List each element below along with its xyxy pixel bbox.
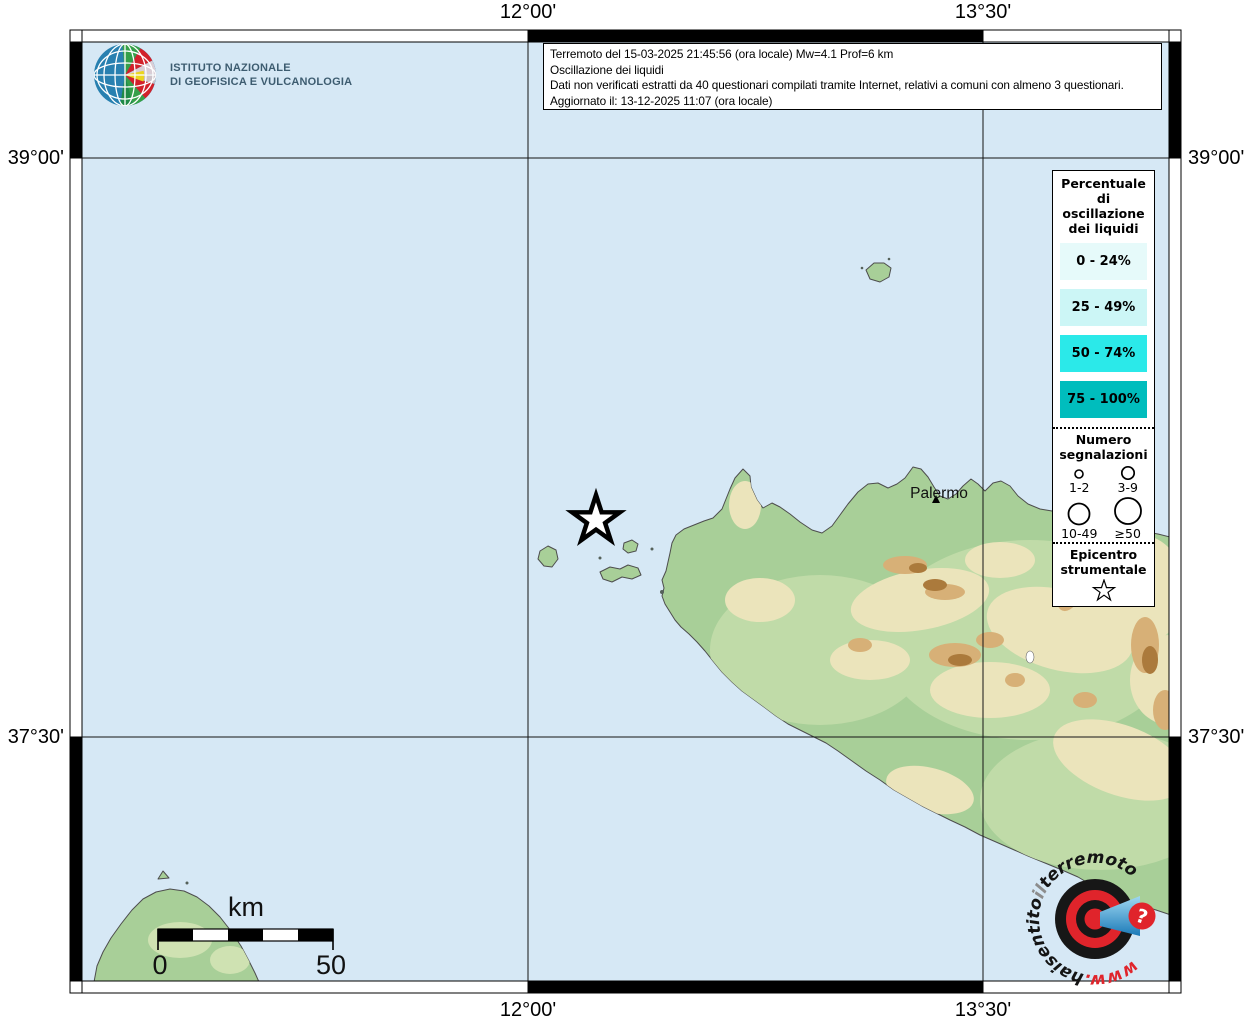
count-circle-xlarge-icon bbox=[1112, 495, 1144, 526]
question-badge: ? bbox=[1129, 903, 1156, 930]
legend-class-25-49: 25 - 49% bbox=[1060, 289, 1147, 326]
felt-earthquake-map: Palermo km 0 50 bbox=[0, 0, 1255, 1024]
lon-label-top-right: 13°30' bbox=[928, 1, 1038, 24]
event-effect: Oscillazione dei liquidi bbox=[550, 63, 1155, 79]
event-title: Terremoto del 15-03-2025 21:45:56 (ora l… bbox=[550, 47, 1155, 63]
count-circle-large-icon bbox=[1065, 500, 1093, 526]
lat-label-left-bottom: 37°30' bbox=[0, 726, 64, 749]
legend-class-label: 0 - 24% bbox=[1076, 254, 1131, 269]
legend-class-0-24: 0 - 24% bbox=[1060, 243, 1147, 280]
legend-separator bbox=[1053, 542, 1154, 544]
count-bin-3-9: 3-9 bbox=[1104, 464, 1153, 495]
count-bin-50-plus: ≥50 bbox=[1104, 495, 1153, 541]
legend-class-label: 50 - 74% bbox=[1072, 346, 1136, 361]
legend-class-label: 75 - 100% bbox=[1067, 392, 1140, 407]
legend-panel: Percentuale di oscillazione dei liquidi … bbox=[1052, 170, 1155, 607]
scale-unit-label: km bbox=[228, 892, 264, 922]
legend-class-75-100: 75 - 100% bbox=[1060, 381, 1147, 418]
lat-label-right-bottom: 37°30' bbox=[1188, 726, 1255, 749]
count-circle-medium-icon bbox=[1117, 464, 1139, 480]
city-label: Palermo bbox=[910, 485, 968, 502]
epicenter-star-icon bbox=[1090, 579, 1118, 603]
count-bins: 1-2 3-9 10-49 ≥50 bbox=[1055, 464, 1152, 541]
count-bin-10-49: 10-49 bbox=[1055, 495, 1104, 541]
epicenter-title: Epicentro strumentale bbox=[1053, 547, 1154, 577]
count-bin-1-2: 1-2 bbox=[1055, 464, 1104, 495]
ingv-name-line2: DI GEOFISICA E VULCANOLOGIA bbox=[170, 75, 352, 89]
event-disclaimer: Dati non verificati estratti da 40 quest… bbox=[550, 78, 1155, 94]
lat-label-left-top: 39°00' bbox=[0, 147, 64, 170]
legend-title: Percentuale di oscillazione dei liquidi bbox=[1055, 176, 1152, 236]
city-marker: Palermo bbox=[910, 485, 968, 503]
lat-label-right-top: 39°00' bbox=[1188, 147, 1255, 170]
ingv-name-line1: ISTITUTO NAZIONALE bbox=[170, 61, 352, 75]
scale-start-label: 0 bbox=[152, 950, 167, 980]
lon-label-top-left: 12°00' bbox=[473, 1, 583, 24]
legend-separator bbox=[1053, 427, 1154, 429]
ingv-logo: ISTITUTO NAZIONALE DI GEOFISICA E VULCAN… bbox=[92, 42, 352, 108]
event-info-box: Terremoto del 15-03-2025 21:45:56 (ora l… bbox=[543, 43, 1162, 110]
count-circle-small-icon bbox=[1069, 467, 1089, 480]
event-updated-at: Aggiornato il: 13-12-2025 11:07 (ora loc… bbox=[550, 94, 1155, 110]
scale-end-label: 50 bbox=[316, 950, 346, 980]
haisentito-logo: ? www.haisentitoilterremoto.it bbox=[1000, 824, 1195, 1019]
lon-label-bottom-left: 12°00' bbox=[473, 999, 583, 1022]
counts-title: Numero segnalazioni bbox=[1053, 432, 1154, 462]
ingv-globe-icon bbox=[92, 42, 160, 108]
legend-class-label: 25 - 49% bbox=[1072, 300, 1136, 315]
legend-class-50-74: 50 - 74% bbox=[1060, 335, 1147, 372]
